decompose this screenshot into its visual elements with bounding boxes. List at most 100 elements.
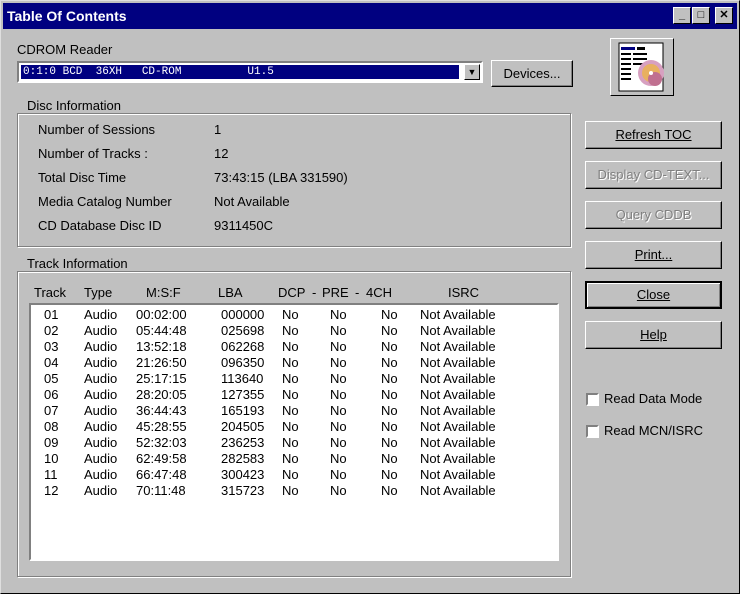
table-row[interactable]: 05 Audio 25:17:15 113640 No No No Not Available: [31, 371, 531, 387]
track-lba: 000000: [221, 307, 265, 322]
track-4ch: No: [381, 339, 398, 354]
table-row[interactable]: 12 Audio 70:11:48 315723 No No No Not Available: [31, 483, 531, 499]
track-pre: No: [330, 483, 347, 498]
track-pre: No: [330, 419, 347, 434]
track-isrc: Not Available: [420, 451, 496, 466]
track-pre: No: [330, 307, 347, 322]
table-row[interactable]: 04 Audio 21:26:50 096350 No No No Not Available: [31, 355, 531, 371]
track-isrc: Not Available: [420, 403, 496, 418]
disc-info-value: Not Available: [214, 194, 290, 209]
track-number: 03: [44, 339, 59, 354]
track-4ch: No: [381, 435, 398, 450]
track-msf: 52:32:03: [136, 435, 187, 450]
track-number: 06: [44, 387, 59, 402]
table-row[interactable]: 07 Audio 36:44:43 165193 No No No Not Available: [31, 403, 531, 419]
track-lba: 025698: [221, 323, 265, 338]
track-list[interactable]: 01 Audio 00:02:00 000000 No No No Not Available…: [29, 303, 559, 561]
disc-info-label: Total Disc Time: [38, 170, 127, 185]
col-lba: LBA: [218, 285, 243, 300]
disc-info-label: Number of Sessions: [38, 122, 156, 137]
track-pre: No: [330, 387, 347, 402]
col-type: Type: [84, 285, 113, 300]
display-cd-text-button[interactable]: Display CD-TEXT...: [585, 161, 722, 189]
track-dcp: No: [282, 403, 299, 418]
track-type: Audio: [84, 451, 118, 466]
table-row[interactable]: 01 Audio 00:02:00 000000 No No No Not Available: [31, 307, 531, 323]
track-msf: 25:17:15: [136, 371, 187, 386]
help-button[interactable]: Help: [585, 321, 722, 349]
track-lba: 315723: [221, 483, 265, 498]
track-dcp: No: [282, 387, 299, 402]
maximize-button[interactable]: □: [692, 7, 710, 24]
col-sep-1: -: [312, 285, 317, 300]
query-cddb-button[interactable]: Query CDDB: [585, 201, 722, 229]
refresh-toc-button[interactable]: Refresh TOC: [585, 121, 722, 149]
track-dcp: No: [282, 451, 299, 466]
track-lba: 300423: [221, 467, 265, 482]
track-dcp: No: [282, 483, 299, 498]
track-lba: 282583: [221, 451, 265, 466]
read-mcn-isrc-label[interactable]: Read MCN/ISRC: [604, 423, 703, 438]
col-4ch: 4CH: [366, 285, 393, 300]
cdrom-reader-label: CDROM Reader: [17, 42, 113, 57]
read-data-mode-label[interactable]: Read Data Mode: [604, 391, 702, 406]
close-window-button[interactable]: ✕: [715, 7, 733, 24]
track-lba: 096350: [221, 355, 265, 370]
close-label: Close: [636, 287, 671, 302]
track-number: 01: [44, 307, 59, 322]
devices-button-label: Devices...: [503, 66, 561, 81]
table-row[interactable]: 11 Audio 66:47:48 300423 No No No Not Available: [31, 467, 531, 483]
track-4ch: No: [381, 451, 398, 466]
track-number: 11: [44, 467, 58, 482]
track-4ch: No: [381, 467, 398, 482]
track-pre: No: [330, 371, 347, 386]
track-info-title: Track Information: [25, 256, 130, 271]
track-msf: 21:26:50: [136, 355, 187, 370]
track-4ch: No: [381, 307, 398, 322]
table-row[interactable]: 10 Audio 62:49:58 282583 No No No Not Available: [31, 451, 531, 467]
track-dcp: No: [282, 467, 299, 482]
print-button[interactable]: Print...: [585, 241, 722, 269]
track-pre: No: [330, 355, 347, 370]
track-4ch: No: [381, 403, 398, 418]
read-mcn-isrc-checkbox[interactable]: [586, 425, 599, 438]
chevron-down-icon[interactable]: ▼: [464, 64, 480, 80]
devices-button[interactable]: Devices...: [491, 60, 573, 87]
track-number: 09: [44, 435, 59, 450]
minimize-button[interactable]: _: [673, 7, 691, 24]
col-dcp: DCP: [278, 285, 306, 300]
disc-info-title: Disc Information: [25, 98, 123, 113]
track-4ch: No: [381, 355, 398, 370]
cdrom-reader-selected: 0:1:0 BCD 36XH CD-ROM U1.5: [21, 65, 459, 79]
disc-info-label: Number of Tracks :: [38, 146, 148, 161]
table-row[interactable]: 02 Audio 05:44:48 025698 No No No Not Available: [31, 323, 531, 339]
track-isrc: Not Available: [420, 483, 496, 498]
title-bar[interactable]: Table Of Contents _ □ ✕: [3, 3, 737, 29]
track-isrc: Not Available: [420, 371, 496, 386]
read-data-mode-checkbox[interactable]: [586, 393, 599, 406]
track-4ch: No: [381, 371, 398, 386]
track-type: Audio: [84, 435, 118, 450]
track-type: Audio: [84, 483, 118, 498]
table-row[interactable]: 06 Audio 28:20:05 127355 No No No Not Available: [31, 387, 531, 403]
track-isrc: Not Available: [420, 467, 496, 482]
track-dcp: No: [282, 419, 299, 434]
track-type: Audio: [84, 371, 118, 386]
track-msf: 70:11:48: [136, 483, 186, 498]
track-4ch: No: [381, 323, 398, 338]
track-isrc: Not Available: [420, 435, 496, 450]
track-number: 04: [44, 355, 59, 370]
track-pre: No: [330, 403, 347, 418]
table-row[interactable]: 03 Audio 13:52:18 062268 No No No Not Available: [31, 339, 531, 355]
table-row[interactable]: 09 Audio 52:32:03 236253 No No No Not Available: [31, 435, 531, 451]
refresh-toc-label: Refresh TOC: [615, 127, 692, 142]
table-row[interactable]: 08 Audio 45:28:55 204505 No No No Not Available: [31, 419, 531, 435]
track-type: Audio: [84, 467, 118, 482]
help-label: Help: [640, 327, 667, 342]
close-button[interactable]: Close: [585, 281, 722, 309]
track-msf: 62:49:58: [136, 451, 187, 466]
track-pre: No: [330, 451, 347, 466]
print-label: Print...: [634, 247, 673, 262]
track-lba: 236253: [221, 435, 265, 450]
cdrom-reader-select[interactable]: 0:1:0 BCD 36XH CD-ROM U1.5 ▼: [17, 61, 483, 83]
